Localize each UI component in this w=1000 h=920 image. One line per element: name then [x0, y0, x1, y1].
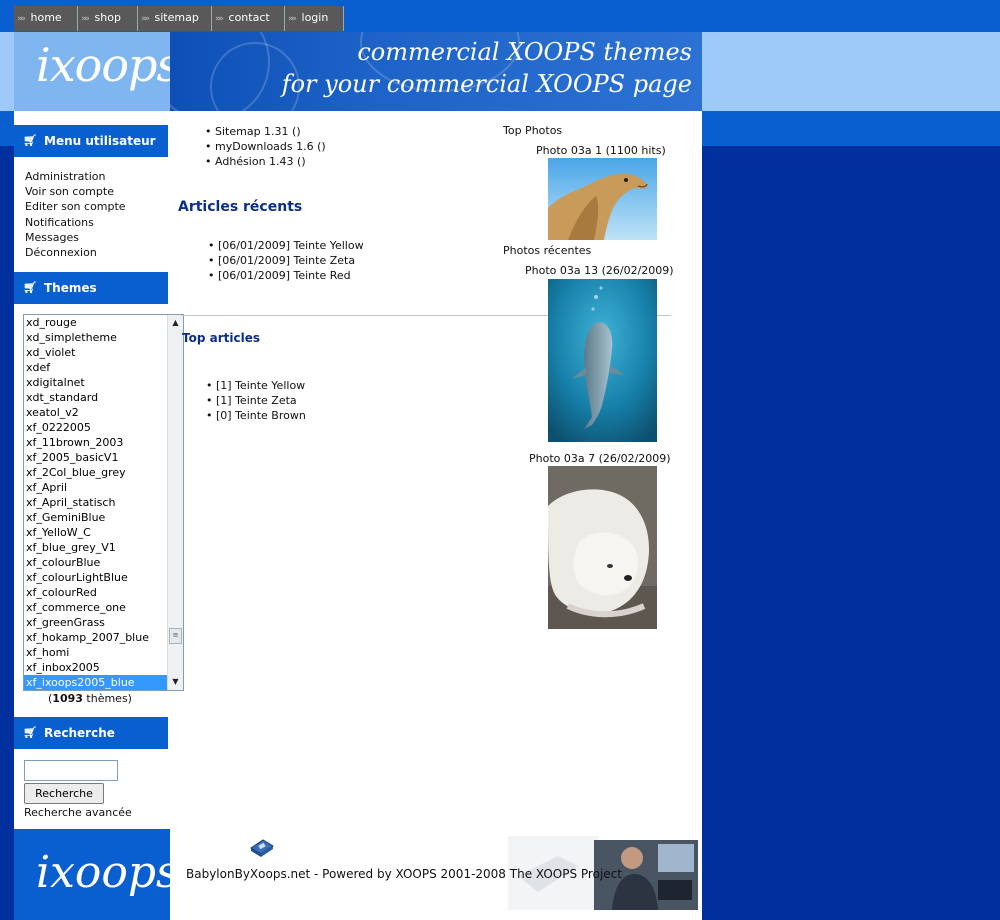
photo-caption[interactable]: Photo 03a 13 (26/02/2009)	[525, 264, 674, 277]
theme-options: xd_rouge xd_simpletheme xd_violet xdef xdigi…	[24, 315, 168, 690]
scroll-thumb[interactable]: ≡	[169, 628, 182, 644]
theme-option[interactable]: xf_colourRed	[24, 585, 168, 600]
theme-option[interactable]: xd_rouge	[24, 315, 168, 330]
double-arrow-icon: »»	[81, 14, 90, 24]
footer-logo[interactable]: ixoops	[14, 829, 179, 920]
user-menu-heading: 🛒︎ Menu utilisateur	[14, 125, 168, 157]
nav-label: sitemap	[154, 11, 199, 24]
theme-option[interactable]: xf_2005_basicV1	[24, 450, 168, 465]
list-item[interactable]: Adhésion 1.43 ()	[203, 154, 326, 169]
recent-photos-title: Photos récentes	[503, 244, 592, 257]
theme-option[interactable]: xf_colourBlue	[24, 555, 168, 570]
theme-option[interactable]: xd_simpletheme	[24, 330, 168, 345]
theme-option[interactable]: xf_YelloW_C	[24, 525, 168, 540]
theme-option[interactable]: xf_11brown_2003	[24, 435, 168, 450]
top-navigation-bar: »» home »» shop »» sitemap »» contact »»…	[0, 0, 1000, 32]
theme-option[interactable]: xf_blue_grey_V1	[24, 540, 168, 555]
theme-option[interactable]: xdef	[24, 360, 168, 375]
nav-label: shop	[94, 11, 121, 24]
nav-label: contact	[228, 11, 270, 24]
theme-option[interactable]: xf_hokamp_2007_blue	[24, 630, 168, 645]
search-heading: 🛒︎ Recherche	[14, 717, 168, 749]
list-item[interactable]: [0] Teinte Brown	[204, 408, 306, 423]
top-articles-title: Top articles	[182, 331, 260, 345]
block-title: Themes	[44, 281, 97, 295]
nav-sitemap-link[interactable]: »» sitemap	[138, 6, 212, 31]
cart-icon: 🛒︎	[23, 134, 37, 147]
footer-logo-text: ixoops	[36, 847, 179, 898]
banner-tagline-2: for your commercial XOOPS page	[281, 70, 692, 98]
nav-label: home	[30, 11, 62, 24]
double-arrow-icon: »»	[141, 14, 150, 24]
menu-item-edit-account[interactable]: Editer son compte	[25, 199, 126, 214]
theme-option[interactable]: xf_commerce_one	[24, 600, 168, 615]
list-item[interactable]: [06/01/2009] Teinte Red	[206, 268, 364, 283]
list-item[interactable]: [1] Teinte Yellow	[204, 378, 306, 393]
search-button[interactable]: Recherche	[24, 783, 104, 804]
block-title: Recherche	[44, 726, 115, 740]
scroll-down-icon[interactable]: ▼	[168, 674, 183, 690]
list-item[interactable]: myDownloads 1.6 ()	[203, 139, 326, 154]
nav-home-link[interactable]: »» home	[14, 6, 78, 31]
double-arrow-icon: »»	[17, 14, 26, 24]
camel-photo[interactable]	[548, 158, 657, 240]
photo-caption[interactable]: Photo 03a 1 (1100 hits)	[536, 144, 666, 157]
theme-option[interactable]: xf_homi	[24, 645, 168, 660]
theme-select-list[interactable]: xd_rouge xd_simpletheme xd_violet xdef xdigi…	[23, 314, 184, 691]
xoops-cube-icon	[249, 836, 275, 858]
theme-option[interactable]: xf_inbox2005	[24, 660, 168, 675]
theme-option[interactable]: xf_April	[24, 480, 168, 495]
banner-artwork: commercial XOOPS themes for your commerc…	[170, 32, 702, 111]
header-banner: ixoops.com commercial XOOPS themes for y…	[0, 32, 1000, 111]
menu-item-view-account[interactable]: Voir son compte	[25, 184, 114, 199]
cart-icon: 🛒︎	[23, 281, 37, 294]
menu-item-administration[interactable]: Administration	[25, 169, 106, 184]
recent-articles-title: Articles récents	[178, 199, 303, 215]
photo-caption[interactable]: Photo 03a 7 (26/02/2009)	[529, 452, 671, 465]
double-arrow-icon: »»	[215, 14, 224, 24]
menu-item-logout[interactable]: Déconnexion	[25, 245, 97, 260]
theme-option[interactable]: xf_ixoops2005_blue	[24, 675, 168, 690]
theme-option[interactable]: xdt_standard	[24, 390, 168, 405]
list-item[interactable]: [06/01/2009] Teinte Zeta	[206, 253, 364, 268]
theme-option[interactable]: xf_0222005	[24, 420, 168, 435]
list-item[interactable]: Sitemap 1.31 ()	[203, 124, 326, 139]
theme-option[interactable]: xf_2Col_blue_grey	[24, 465, 168, 480]
theme-option[interactable]: xf_GeminiBlue	[24, 510, 168, 525]
polar-bear-photo[interactable]	[548, 466, 657, 629]
theme-option[interactable]: xd_violet	[24, 345, 168, 360]
theme-option[interactable]: xf_greenGrass	[24, 615, 168, 630]
dolphin-photo[interactable]	[548, 279, 657, 442]
list-item[interactable]: [06/01/2009] Teinte Yellow	[206, 238, 364, 253]
search-input[interactable]	[24, 760, 118, 781]
cart-icon: 🛒︎	[23, 726, 37, 739]
nav-shop-link[interactable]: »» shop	[78, 6, 138, 31]
nav-login-link[interactable]: »» login	[285, 6, 344, 31]
advanced-search-link[interactable]: Recherche avancée	[24, 806, 132, 819]
nav-contact-link[interactable]: »» contact	[212, 6, 285, 31]
nav-label: login	[301, 11, 329, 24]
top-articles-list: [1] Teinte Yellow [1] Teinte Zeta [0] Te…	[204, 378, 306, 423]
theme-option[interactable]: xf_colourLightBlue	[24, 570, 168, 585]
themes-heading: 🛒︎ Themes	[14, 272, 168, 304]
double-arrow-icon: »»	[288, 14, 297, 24]
site-logo[interactable]: ixoops.com	[14, 32, 288, 111]
scroll-up-icon[interactable]: ▲	[168, 315, 183, 331]
top-photos-title: Top Photos	[503, 124, 563, 137]
menu-item-messages[interactable]: Messages	[25, 230, 79, 245]
right-background	[702, 146, 1000, 920]
theme-count: (1093 thèmes)	[48, 692, 132, 705]
block-title: Menu utilisateur	[44, 134, 156, 148]
footer-credits: BabylonByXoops.net - Powered by XOOPS 20…	[186, 867, 622, 881]
theme-count-number: 1093	[52, 692, 83, 705]
theme-option[interactable]: xf_April_statisch	[24, 495, 168, 510]
theme-option[interactable]: xdigitalnet	[24, 375, 168, 390]
recent-articles-list: [06/01/2009] Teinte Yellow [06/01/2009] …	[206, 238, 364, 283]
list-item[interactable]: [1] Teinte Zeta	[204, 393, 306, 408]
banner-tagline-1: commercial XOOPS themes	[357, 38, 692, 66]
menu-item-notifications[interactable]: Notifications	[25, 215, 94, 230]
theme-list-scrollbar[interactable]: ▲ ≡ ▼	[167, 315, 183, 690]
theme-option[interactable]: xeatol_v2	[24, 405, 168, 420]
top-modules-list: Sitemap 1.31 () myDownloads 1.6 () Adhés…	[203, 124, 326, 169]
